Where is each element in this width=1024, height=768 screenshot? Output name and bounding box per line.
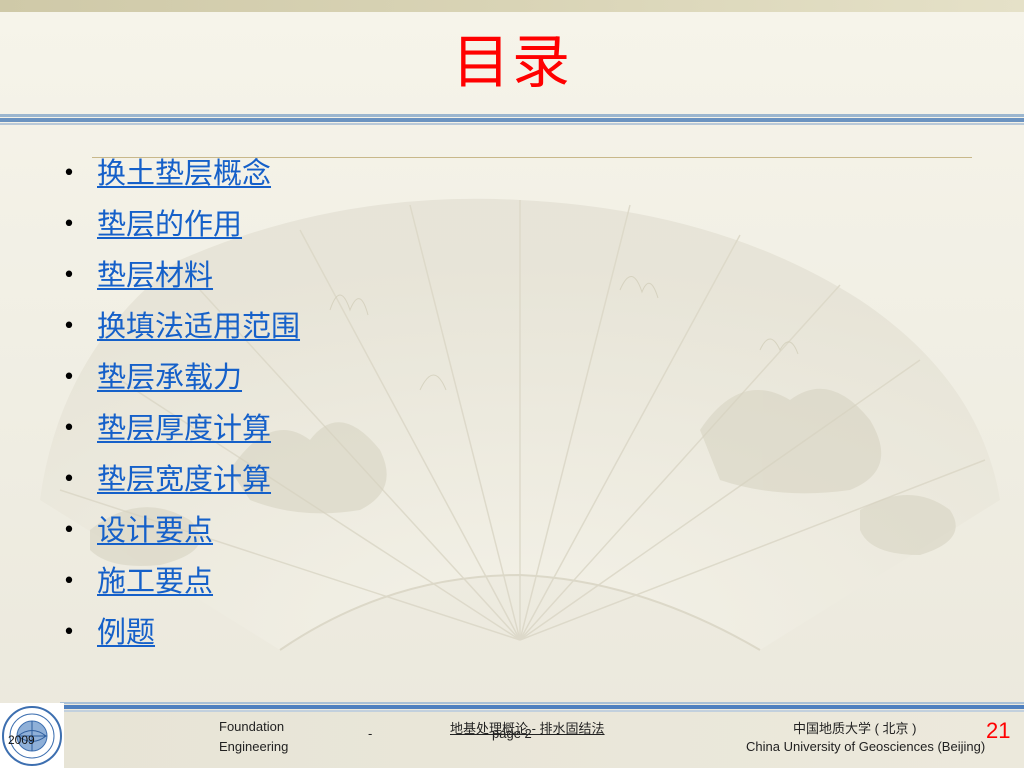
bullet-icon: • <box>62 314 76 339</box>
bullet-icon: • <box>62 263 76 288</box>
bullet-icon: • <box>62 365 76 390</box>
toc-item: • 换土垫层概念 <box>55 148 755 199</box>
footer-course-en-line2: Engineering <box>219 739 289 754</box>
bullet-icon: • <box>62 620 76 645</box>
toc-link-9[interactable]: 施工要点 <box>97 564 213 598</box>
bullet-icon: • <box>62 212 76 237</box>
toc-item: • 垫层宽度计算 <box>55 454 755 505</box>
toc-item: • 例题 <box>55 607 755 658</box>
slide: 目录 • 换土垫层概念 • 垫层的作用 • 垫层材料 • 换填法适用范围 • 垫层承载力 … <box>0 0 1024 768</box>
toc-item: • 施工要点 <box>55 556 755 607</box>
title-divider <box>0 114 1024 126</box>
toc-item: • 垫层厚度计算 <box>55 403 755 454</box>
toc-link-2[interactable]: 垫层的作用 <box>97 207 242 241</box>
footer-year: 2009 <box>8 733 35 747</box>
toc-link-5[interactable]: 垫层承载力 <box>97 360 242 394</box>
top-band <box>0 0 1024 12</box>
toc-item: • 换填法适用范围 <box>55 301 755 352</box>
toc-item: • 垫层承载力 <box>55 352 755 403</box>
footer-university-en: China University of Geosciences (Beijing… <box>746 739 986 754</box>
slide-number: 21 <box>986 718 1011 743</box>
toc-link-3[interactable]: 垫层材料 <box>97 258 213 292</box>
toc-item: • 垫层材料 <box>55 250 755 301</box>
bullet-icon: • <box>62 161 76 186</box>
bullet-icon: • <box>62 467 76 492</box>
toc-link-7[interactable]: 垫层宽度计算 <box>97 462 271 496</box>
toc-link-1[interactable]: 换土垫层概念 <box>97 156 271 190</box>
toc-link-10[interactable]: 例题 <box>97 615 155 649</box>
toc-item: • 垫层的作用 <box>55 199 755 250</box>
footer-university-cn: 中国地质大学 ( 北京 ) <box>793 721 917 736</box>
page-title: 目录 <box>451 28 572 96</box>
table-of-contents: • 换土垫层概念 • 垫层的作用 • 垫层材料 • 换填法适用范围 • 垫层承载力 • 垫层… <box>55 148 755 658</box>
footer-course-en-line1: Foundation <box>219 719 285 734</box>
footer-dash: - <box>368 726 373 741</box>
bullet-icon: • <box>62 569 76 594</box>
bullet-icon: • <box>62 518 76 543</box>
bullet-icon: • <box>62 416 76 441</box>
toc-link-4[interactable]: 换填法适用范围 <box>97 309 300 343</box>
footer-page-label: page 2 <box>492 726 532 741</box>
toc-item: • 设计要点 <box>55 505 755 556</box>
toc-link-6[interactable]: 垫层厚度计算 <box>97 411 271 445</box>
toc-link-8[interactable]: 设计要点 <box>97 513 213 547</box>
footer-divider <box>60 702 1024 712</box>
